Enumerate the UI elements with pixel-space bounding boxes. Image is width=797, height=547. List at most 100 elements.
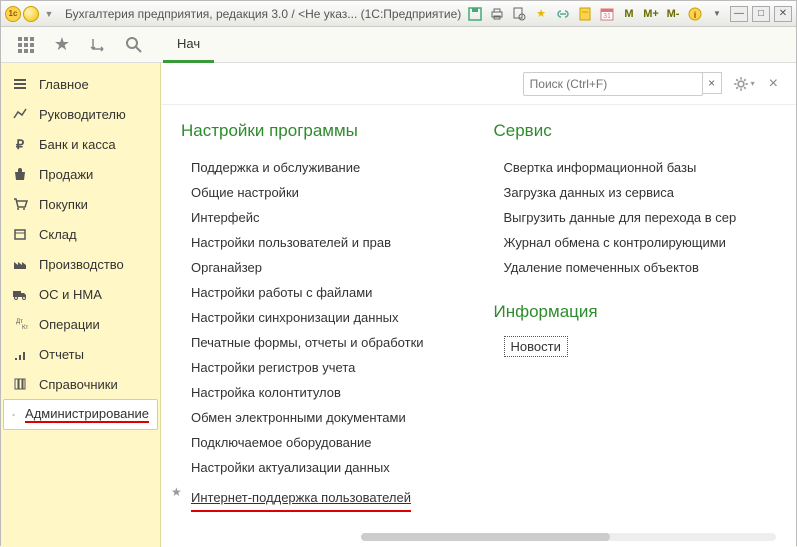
sidebar-label: Покупки xyxy=(39,197,88,212)
chart-icon xyxy=(11,106,29,122)
preview-icon[interactable] xyxy=(510,6,528,22)
sidebar-label: Склад xyxy=(39,227,77,242)
books-icon xyxy=(11,376,29,392)
maximize-button[interactable]: □ xyxy=(752,6,770,22)
column-settings: Настройки программы Поддержка и обслужив… xyxy=(181,121,464,531)
sidebar: Главное Руководителю ₽ Банк и касса Прода… xyxy=(1,63,161,547)
info-icon[interactable]: i xyxy=(686,6,704,22)
link-internet-support-wrapper: Интернет-поддержка пользователей xyxy=(181,480,464,517)
sidebar-item-reports[interactable]: Отчеты xyxy=(1,339,160,369)
svg-text:₽: ₽ xyxy=(16,137,25,152)
main: Главное Руководителю ₽ Банк и касса Прода… xyxy=(1,63,796,547)
sidebar-label: Руководителю xyxy=(39,107,126,122)
link-print-forms[interactable]: Печатные формы, отчеты и обработки xyxy=(181,330,464,355)
heading-settings: Настройки программы xyxy=(181,121,464,141)
app-icon-yellow xyxy=(23,6,39,22)
calc-icon[interactable] xyxy=(576,6,594,22)
link-headers-footers[interactable]: Настройка колонтитулов xyxy=(181,380,464,405)
m-minus-button[interactable]: M- xyxy=(664,6,682,22)
panel: × ▾ × Настройки программы Поддержка и об… xyxy=(161,63,796,547)
settings-gear-icon[interactable]: ▾ xyxy=(732,75,755,93)
menu-icon xyxy=(11,76,29,92)
link-edocs[interactable]: Обмен электронными документами xyxy=(181,405,464,430)
link-delete-marked[interactable]: Удаление помеченных объектов xyxy=(494,255,777,280)
panel-close-icon[interactable]: × xyxy=(765,75,782,93)
sidebar-item-main[interactable]: Главное xyxy=(1,69,160,99)
heading-info: Информация xyxy=(494,302,777,322)
titlebar: 1c ▼ Бухгалтерия предприятия, редакция 3… xyxy=(1,1,796,27)
sidebar-label: Банк и касса xyxy=(39,137,116,152)
link-organizer[interactable]: Органайзер xyxy=(181,255,464,280)
star-icon[interactable]: ★ xyxy=(532,6,550,22)
apps-icon[interactable] xyxy=(17,36,35,54)
link-general[interactable]: Общие настройки xyxy=(181,180,464,205)
sidebar-label: Отчеты xyxy=(39,347,84,362)
search-icon[interactable] xyxy=(125,36,143,54)
dropdown-small-icon[interactable]: ▼ xyxy=(708,6,726,22)
sidebar-label: Администрирование xyxy=(25,406,149,423)
report-icon xyxy=(11,346,29,362)
sidebar-item-production[interactable]: Производство xyxy=(1,249,160,279)
link-exchange-log[interactable]: Журнал обмена с контролирующими xyxy=(494,230,777,255)
sidebar-label: Продажи xyxy=(39,167,93,182)
truck-icon xyxy=(11,286,29,302)
gear-icon xyxy=(12,407,15,423)
tool-iconbar: ★ xyxy=(1,36,159,54)
sidebar-label: ОС и НМА xyxy=(39,287,102,302)
sidebar-item-stock[interactable]: Склад xyxy=(1,219,160,249)
link-load-data[interactable]: Загрузка данных из сервиса xyxy=(494,180,777,205)
close-button[interactable]: ✕ xyxy=(774,6,792,22)
link-registers[interactable]: Настройки регистров учета xyxy=(181,355,464,380)
ruble-icon: ₽ xyxy=(11,136,29,152)
link-support[interactable]: Поддержка и обслуживание xyxy=(181,155,464,180)
window-title: Бухгалтерия предприятия, редакция 3.0 / … xyxy=(65,7,461,21)
sidebar-label: Справочники xyxy=(39,377,118,392)
m-plus-button[interactable]: M+ xyxy=(642,6,660,22)
svg-text:i: i xyxy=(694,10,697,20)
tab-label: Нач xyxy=(177,36,200,51)
dropdown-icon[interactable]: ▼ xyxy=(41,6,57,22)
titlebar-tools: ★ 31 M M+ M- i ▼ — □ ✕ xyxy=(466,6,792,22)
sidebar-item-operations[interactable]: ДтКтОперации xyxy=(1,309,160,339)
sidebar-item-sales[interactable]: Продажи xyxy=(1,159,160,189)
sidebar-item-bank[interactable]: ₽ Банк и касса xyxy=(1,129,160,159)
svg-text:31: 31 xyxy=(603,13,611,20)
history-icon[interactable] xyxy=(89,36,107,54)
link-sync[interactable]: Настройки синхронизации данных xyxy=(181,305,464,330)
minimize-button[interactable]: — xyxy=(730,6,748,22)
sidebar-label: Операции xyxy=(39,317,100,332)
calendar-icon[interactable]: 31 xyxy=(598,6,616,22)
column-service: Сервис Свертка информационной базы Загру… xyxy=(494,121,777,531)
cart-icon xyxy=(11,196,29,212)
link-files[interactable]: Настройки работы с файлами xyxy=(181,280,464,305)
sidebar-item-assets[interactable]: ОС и НМА xyxy=(1,279,160,309)
link-actualization[interactable]: Настройки актуализации данных xyxy=(181,455,464,480)
heading-service: Сервис xyxy=(494,121,777,141)
favorite-icon[interactable]: ★ xyxy=(53,36,71,54)
scrollbar-thumb[interactable] xyxy=(361,533,610,541)
sidebar-item-purchases[interactable]: Покупки xyxy=(1,189,160,219)
sidebar-item-manager[interactable]: Руководителю xyxy=(1,99,160,129)
link-export-data[interactable]: Выгрузить данные для перехода в сер xyxy=(494,205,777,230)
search-box[interactable] xyxy=(523,72,703,96)
bag-icon xyxy=(11,166,29,182)
svg-text:Кт: Кт xyxy=(22,325,28,331)
link-internet-support[interactable]: Интернет-поддержка пользователей xyxy=(191,485,411,512)
sidebar-item-references[interactable]: Справочники xyxy=(1,369,160,399)
link-users-rights[interactable]: Настройки пользователей и прав xyxy=(181,230,464,255)
m-button[interactable]: M xyxy=(620,6,638,22)
link-equipment[interactable]: Подключаемое оборудование xyxy=(181,430,464,455)
search-input[interactable] xyxy=(530,77,696,91)
link-news[interactable]: Новости xyxy=(504,336,568,357)
link-icon[interactable] xyxy=(554,6,572,22)
horizontal-scrollbar[interactable] xyxy=(361,533,776,541)
print-icon[interactable] xyxy=(488,6,506,22)
sidebar-item-admin[interactable]: Администрирование xyxy=(3,399,158,430)
link-rollup[interactable]: Свертка информационной базы xyxy=(494,155,777,180)
box-icon xyxy=(11,226,29,242)
sidebar-label: Главное xyxy=(39,77,89,92)
link-interface[interactable]: Интерфейс xyxy=(181,205,464,230)
search-clear-button[interactable]: × xyxy=(702,72,722,94)
save-icon[interactable] xyxy=(466,6,484,22)
tab-start[interactable]: Нач xyxy=(163,27,214,63)
